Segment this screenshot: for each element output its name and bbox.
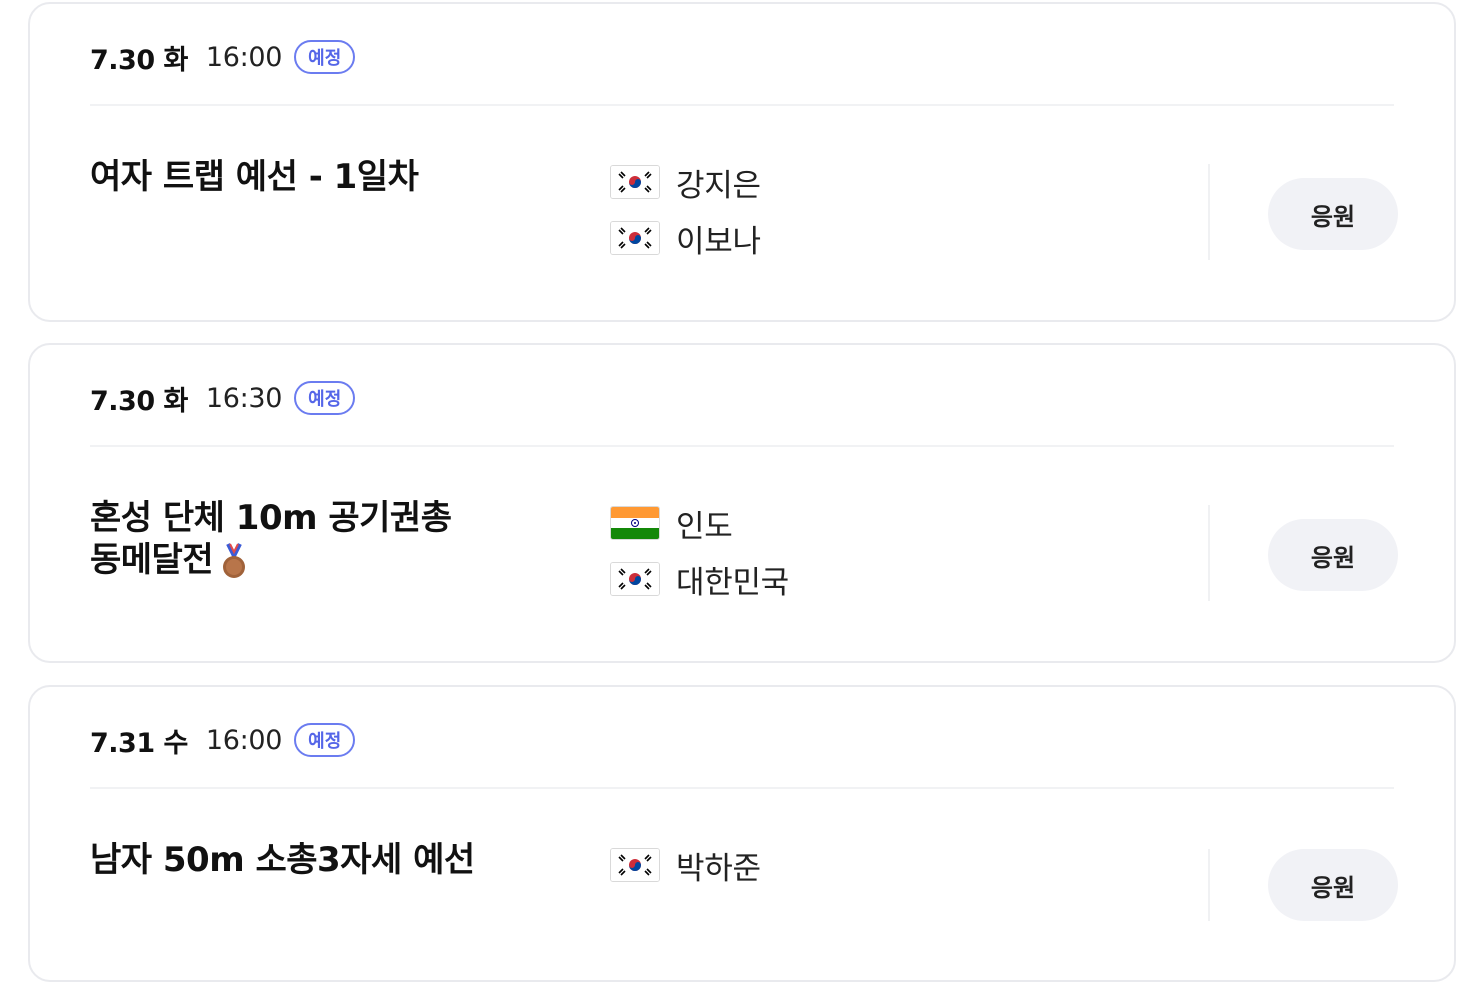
match-card[interactable]: 7.30 화 16:30 예정 혼성 단체 10m 공기권총 동메달전 인도 대… (28, 343, 1456, 663)
event-title-line: 동메달전 (90, 539, 530, 582)
status-badge: 예정 (294, 723, 356, 757)
divider (1208, 164, 1210, 260)
participant-item: 박하준 (610, 845, 761, 887)
india-flag-icon (610, 506, 660, 540)
participant-item: 대한민국 (610, 559, 789, 601)
korea-flag-icon (610, 165, 660, 199)
event-title-text: 동메달전 (90, 540, 214, 580)
korea-flag-icon (610, 221, 660, 255)
divider (1208, 849, 1210, 921)
participant-list: 박하준 (610, 845, 761, 901)
match-time: 16:00 (205, 724, 283, 756)
participant-name: 대한민국 (676, 564, 789, 601)
match-date: 7.30 화 (90, 44, 188, 76)
participant-list: 강지은 이보나 (610, 162, 761, 274)
participant-item: 이보나 (610, 218, 761, 260)
participant-name: 강지은 (676, 167, 761, 204)
participant-name: 이보나 (676, 223, 761, 260)
match-header: 7.31 수 16:00 예정 (90, 721, 356, 759)
participant-item: 강지은 (610, 162, 761, 204)
match-time: 16:00 (205, 41, 283, 73)
match-time: 16:30 (205, 382, 283, 414)
match-header: 7.30 화 16:00 예정 (90, 38, 356, 76)
cheer-button[interactable]: 응원 (1268, 178, 1398, 250)
match-list: 7.30 화 16:00 예정 여자 트랩 예선 - 1일차 강지은 이보나 응… (0, 0, 1467, 996)
match-card[interactable]: 7.30 화 16:00 예정 여자 트랩 예선 - 1일차 강지은 이보나 응… (28, 2, 1456, 322)
event-title: 여자 트랩 예선 - 1일차 (90, 157, 419, 197)
divider (1208, 505, 1210, 601)
participant-name: 인도 (676, 508, 733, 545)
match-header: 7.30 화 16:30 예정 (90, 379, 356, 417)
event-title: 혼성 단체 10m 공기권총 동메달전 (90, 497, 530, 582)
match-date: 7.30 화 (90, 385, 188, 417)
bronze-medal-icon (219, 542, 249, 582)
event-title: 남자 50m 소총3자세 예선 (90, 840, 475, 880)
match-date: 7.31 수 (90, 727, 188, 759)
cheer-button[interactable]: 응원 (1268, 519, 1398, 591)
cheer-button[interactable]: 응원 (1268, 849, 1398, 921)
korea-flag-icon (610, 848, 660, 882)
status-badge: 예정 (294, 40, 356, 74)
participant-item: 인도 (610, 503, 789, 545)
match-card[interactable]: 7.31 수 16:00 예정 남자 50m 소총3자세 예선 박하준 응원 (28, 685, 1456, 982)
participant-name: 박하준 (676, 850, 761, 887)
divider (90, 445, 1394, 447)
korea-flag-icon (610, 562, 660, 596)
participant-list: 인도 대한민국 (610, 503, 789, 615)
divider (90, 787, 1394, 789)
event-title-line: 혼성 단체 10m 공기권총 (90, 498, 452, 538)
divider (90, 104, 1394, 106)
status-badge: 예정 (294, 381, 356, 415)
